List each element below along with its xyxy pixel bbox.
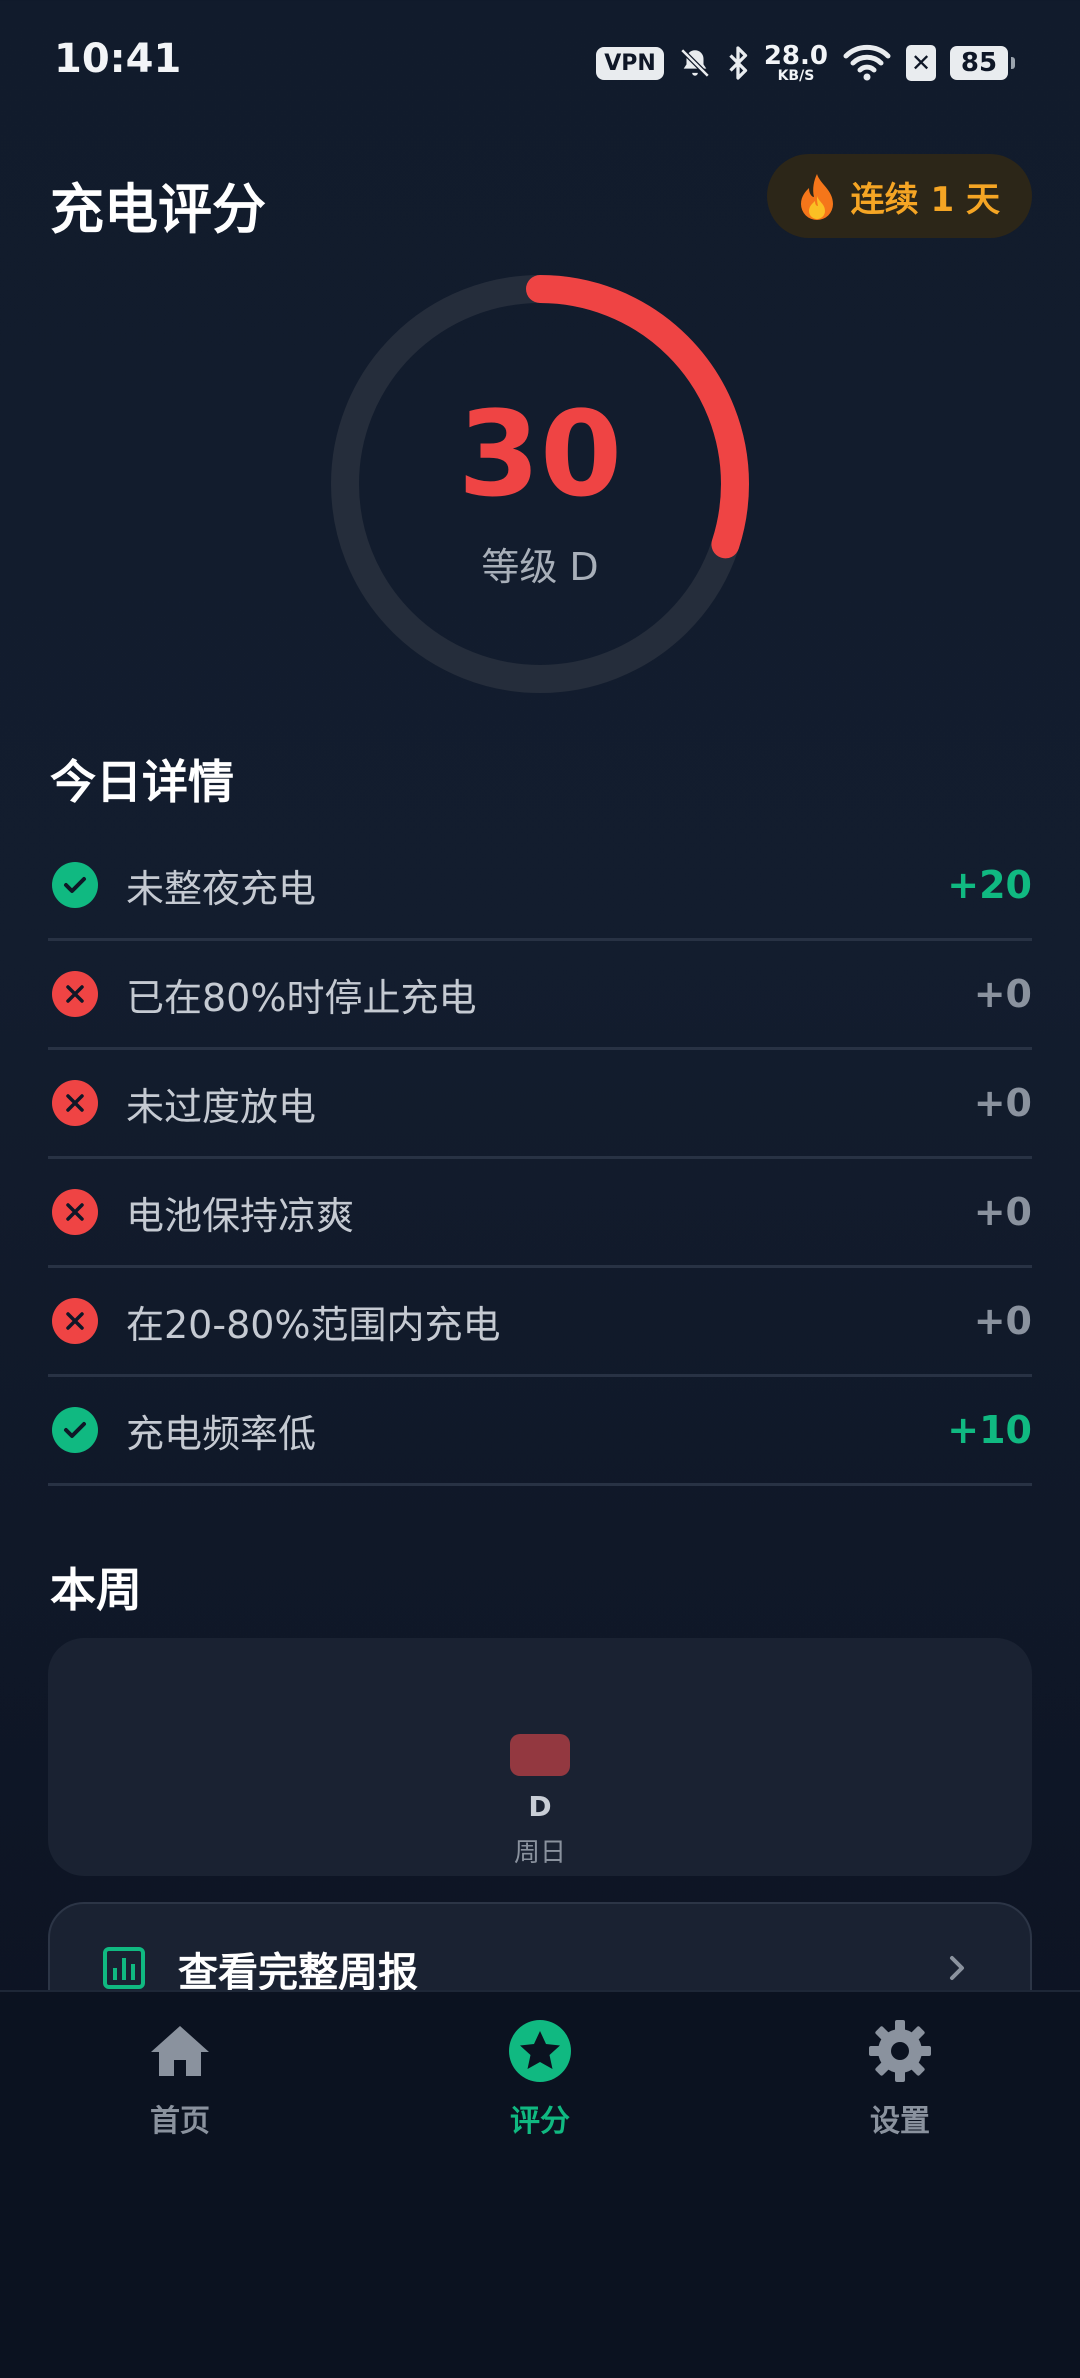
week-day-bar[interactable]: [510, 1734, 570, 1776]
chevron-right-icon: [950, 1956, 964, 1980]
bottom-nav: 首页 评分 设置: [0, 1990, 1080, 2378]
detail-row: 在20-80%范围内充电 +0: [48, 1268, 1032, 1377]
detail-label: 在20-80%范围内充电: [126, 1302, 501, 1347]
status-bar: 10:41 VPN 28.0 KB/S ✕ 85: [0, 0, 1080, 128]
detail-points: +0: [973, 1190, 1032, 1234]
detail-label: 充电频率低: [126, 1411, 317, 1456]
gear-icon: [869, 2020, 931, 2082]
detail-points: +10: [947, 1408, 1032, 1452]
network-speed-value: 28.0: [763, 41, 828, 71]
fire-icon: [800, 174, 833, 220]
nav-home[interactable]: 首页: [60, 2018, 300, 2148]
score-value: 30: [457, 385, 623, 523]
detail-row: 充电频率低 +10: [48, 1377, 1032, 1486]
score-grade: 等级 D: [481, 545, 599, 589]
x-circle-icon: [52, 1080, 98, 1126]
page-title: 充电评分: [50, 178, 266, 241]
network-speed-unit: KB/S: [777, 68, 815, 84]
status-icons: VPN 28.0 KB/S ✕ 85: [596, 38, 1015, 88]
nav-score-label: 评分: [510, 2104, 570, 2139]
detail-label: 电池保持凉爽: [126, 1193, 355, 1238]
battery-icon: 85: [950, 46, 1015, 80]
network-speed: 28.0 KB/S: [764, 43, 828, 83]
detail-row: 未整夜充电 +20: [48, 832, 1032, 941]
nav-score[interactable]: 评分: [420, 2018, 660, 2148]
detail-points: +20: [947, 863, 1032, 907]
streak-text: 连续 1 天: [850, 179, 1000, 220]
bar-chart-icon: [103, 1947, 145, 1989]
no-sim-icon: ✕: [906, 45, 936, 81]
nav-settings[interactable]: 设置: [780, 2018, 1020, 2148]
detail-label: 已在80%时停止充电: [126, 975, 477, 1020]
detail-points: +0: [973, 1299, 1032, 1343]
check-circle-icon: [52, 1407, 98, 1453]
detail-row: 未过度放电 +0: [48, 1050, 1032, 1159]
detail-row: 已在80%时停止充电 +0: [48, 941, 1032, 1050]
nav-settings-label: 设置: [870, 2104, 930, 2139]
week-day-grade: D: [528, 1790, 552, 1823]
home-icon: [151, 2026, 209, 2076]
today-section-title: 今日详情: [50, 755, 234, 809]
week-day-label: 周日: [513, 1838, 566, 1868]
status-time: 10:41: [54, 36, 182, 82]
bluetooth-icon: [729, 46, 747, 80]
week-section-title: 本周: [50, 1563, 142, 1617]
check-circle-icon: [52, 862, 98, 908]
detail-points: +0: [973, 1081, 1032, 1125]
x-circle-icon: [52, 1298, 98, 1344]
star-icon: [509, 2020, 571, 2082]
week-card: D 周日: [48, 1638, 1032, 1876]
bell-muted-icon: [680, 48, 710, 78]
detail-label: 未过度放电: [126, 1084, 317, 1129]
vpn-icon: VPN: [596, 46, 664, 80]
wifi-icon: [843, 44, 891, 81]
detail-label: 未整夜充电: [126, 866, 317, 911]
detail-row: 电池保持凉爽 +0: [48, 1159, 1032, 1268]
today-details-list: 未整夜充电 +20 已在80%时停止充电 +0 未过度放电 +0 电池保持凉爽 +0 在20-8…: [48, 832, 1032, 1486]
x-circle-icon: [52, 1189, 98, 1235]
nav-home-label: 首页: [150, 2104, 210, 2139]
detail-points: +0: [973, 972, 1032, 1016]
streak-badge: 连续 1 天: [766, 154, 1032, 238]
x-circle-icon: [52, 971, 98, 1017]
